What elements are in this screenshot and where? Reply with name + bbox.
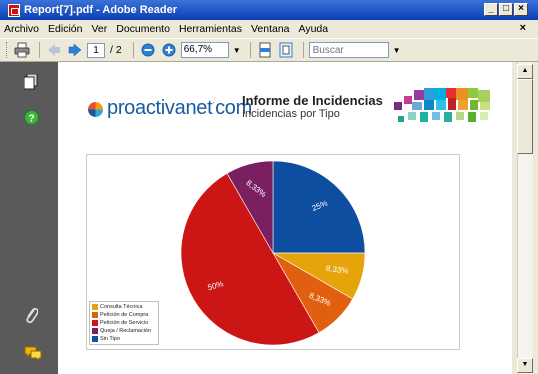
menu-bar: Archivo Edición Ver Documento Herramient… <box>0 20 538 38</box>
decorative-mosaic <box>394 88 490 122</box>
search-dropdown-icon[interactable]: ▼ <box>393 46 401 55</box>
menu-ventana[interactable]: Ventana <box>251 23 290 35</box>
menu-ver[interactable]: Ver <box>91 23 107 35</box>
scroll-thumb[interactable] <box>517 79 533 154</box>
help-icon[interactable]: ? <box>24 110 39 128</box>
search-input[interactable] <box>308 42 389 58</box>
navigation-panel: ? <box>0 62 58 374</box>
proactivanet-logo-icon <box>88 102 103 117</box>
legend-item: Consulta Técnica <box>92 303 156 311</box>
legend-swatch <box>92 320 98 326</box>
previous-page-icon[interactable] <box>45 41 63 59</box>
company-logo: proactivanet·com <box>107 97 252 119</box>
title-bar: Report[7].pdf - Adobe Reader _ □ × <box>0 0 538 20</box>
zoom-in-icon[interactable] <box>160 41 178 59</box>
legend-label: Sin Tipo <box>100 336 120 342</box>
report-subtitle: Incidencias por Tipo <box>242 108 340 120</box>
menu-herramientas[interactable]: Herramientas <box>179 23 242 35</box>
zoom-level-input[interactable]: 66,7% <box>180 42 229 58</box>
close-button[interactable]: × <box>514 3 528 16</box>
total-pages: / 2 <box>110 44 122 56</box>
vertical-scrollbar[interactable]: ▲ ▼ <box>512 62 538 374</box>
legend-item: Queja / Reclamación <box>92 327 156 335</box>
scroll-up-button[interactable]: ▲ <box>517 64 533 79</box>
svg-text:?: ? <box>28 114 34 125</box>
document-page: proactivanet·com Informe de Incidencias … <box>58 62 512 374</box>
current-page-input[interactable]: 1 <box>87 42 105 58</box>
comments-icon[interactable] <box>24 346 42 363</box>
fit-page-icon[interactable] <box>277 41 295 59</box>
minimize-button[interactable]: _ <box>484 3 498 16</box>
legend-label: Queja / Reclamación <box>100 328 152 334</box>
document-close-button[interactable]: × <box>520 22 526 34</box>
print-icon[interactable] <box>13 41 31 59</box>
legend-swatch <box>92 312 98 318</box>
fit-width-icon[interactable] <box>256 41 274 59</box>
chart-legend: Consulta Técnica Petición de Compra Petici… <box>89 301 159 345</box>
next-page-icon[interactable] <box>66 41 84 59</box>
window-title: Report[7].pdf - Adobe Reader <box>24 4 177 16</box>
legend-item: Petición de Compra <box>92 311 156 319</box>
menu-archivo[interactable]: Archivo <box>4 23 39 35</box>
menu-edicion[interactable]: Edición <box>48 23 82 35</box>
legend-item: Petición de Servicio <box>92 319 156 327</box>
legend-label: Consulta Técnica <box>100 304 143 310</box>
legend-swatch <box>92 336 98 342</box>
toolbar: 1 / 2 66,7% ▼ ▼ <box>0 38 538 62</box>
zoom-out-icon[interactable] <box>139 41 157 59</box>
report-title: Informe de Incidencias <box>242 93 383 108</box>
attachment-icon[interactable] <box>24 306 39 327</box>
menu-ayuda[interactable]: Ayuda <box>299 23 329 35</box>
toolbar-grip[interactable] <box>6 42 9 58</box>
legend-label: Petición de Compra <box>100 312 149 318</box>
zoom-dropdown-icon[interactable]: ▼ <box>233 46 241 55</box>
legend-label: Petición de Servicio <box>100 320 149 326</box>
scroll-down-button[interactable]: ▼ <box>517 358 533 373</box>
menu-documento[interactable]: Documento <box>116 23 170 35</box>
chart-container: 25% 8,33% 8,33% 50% 8,33% Consulta Técnica Pe… <box>86 154 460 350</box>
legend-item: Sin Tipo <box>92 335 156 343</box>
adobe-reader-icon <box>8 3 20 17</box>
legend-swatch <box>92 304 98 310</box>
pages-icon[interactable] <box>23 73 38 93</box>
legend-swatch <box>92 328 98 334</box>
maximize-button[interactable]: □ <box>499 3 513 16</box>
